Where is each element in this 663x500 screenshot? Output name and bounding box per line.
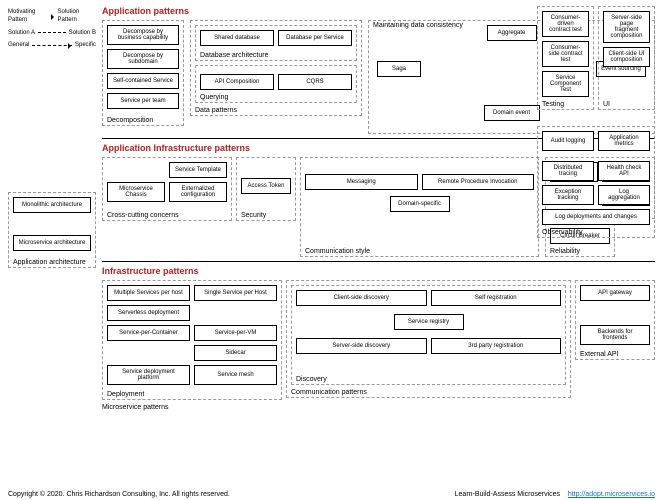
legend-specific: Specific	[75, 41, 96, 49]
service-per-team: Service per team	[107, 93, 179, 109]
application-architecture-group: Monolithic architecture Microservice arc…	[8, 192, 96, 268]
service-per-vm: Service-per-VM	[194, 325, 277, 341]
microservice-chassis: Microservice Chassis	[107, 182, 165, 202]
copyright: Copyright © 2020. Chris Richardson Consu…	[8, 491, 230, 498]
comm-patterns-label: Communication patterns	[291, 389, 367, 396]
decomposition-group: Decompose by business capability Decompo…	[102, 20, 184, 126]
deployment-platform: Service deployment platform	[107, 365, 190, 385]
section-infra-title: Infrastructure patterns	[102, 266, 655, 276]
security-label: Security	[241, 212, 266, 219]
external-api-group: API gateway Backends for frontends Exter…	[575, 280, 655, 360]
microservice-patterns-label: Microservice patterns	[102, 404, 655, 411]
service-registry: Service registry	[394, 314, 464, 330]
observability-group: Audit logging Application metrics Distri…	[537, 126, 655, 238]
legend-solution-b: Solution B	[69, 29, 96, 37]
log-aggregation: Log aggregation	[598, 185, 650, 205]
shared-database: Shared database	[200, 30, 274, 46]
single-service-per-host: Single Service per Host	[194, 285, 277, 301]
legend-solution-a: Solution A	[8, 29, 35, 37]
api-gateway: API gateway	[580, 285, 650, 301]
comm-style-label: Communication style	[305, 248, 370, 255]
querying-label: Querying	[200, 94, 228, 101]
serverless: Serverless deployment	[107, 305, 190, 321]
db-arch-label: Database architecture	[200, 52, 268, 59]
communication-patterns-group: Client-side discovery Self registration …	[286, 280, 571, 398]
decompose-subdomain: Decompose by subdomain	[107, 49, 179, 69]
service-mesh: Service mesh	[194, 365, 277, 385]
domain-specific: Domain-specific	[390, 196, 450, 212]
external-api-label: External API	[580, 351, 619, 358]
app-arch-label: Application architecture	[13, 259, 86, 266]
maintain-label: Maintaining data consistency	[373, 22, 463, 29]
data-patterns-group: Shared database Database per Service Dat…	[190, 20, 362, 116]
server-side-discovery: Server-side discovery	[296, 338, 427, 354]
api-composition: API Composition	[200, 74, 274, 90]
monolithic-box: Monolithic architecture	[13, 197, 91, 213]
rpi: Remote Procedure Invocation	[422, 174, 535, 190]
ui-group: Server-side page fragment composition Cl…	[598, 6, 655, 110]
application-metrics: Application metrics	[598, 131, 650, 151]
service-component-test: Service Component Test	[542, 71, 589, 97]
deployment-group: Multiple Services per host Single Servic…	[102, 280, 282, 400]
legend-motivating: Motivating Pattern	[8, 8, 52, 25]
log-deployments: Log deployments and changes	[542, 209, 650, 225]
querying-group: API Composition CQRS Querying	[195, 65, 357, 103]
domain-event: Domain event	[484, 105, 540, 121]
saga: Saga	[377, 61, 421, 77]
service-per-container: Service-per-Container	[107, 325, 190, 341]
data-patterns-label: Data patterns	[195, 107, 237, 114]
legend-general: General	[8, 41, 29, 49]
footer-learn: Learn-Build-Assess Microservices	[455, 491, 560, 498]
right-column: Consumer-driven contract test Consumer-s…	[537, 6, 655, 238]
deployment-label: Deployment	[107, 391, 144, 398]
self-registration: Self registration	[431, 290, 562, 306]
footer-link[interactable]: http://adopt.microservices.io	[568, 491, 655, 498]
legend: Motivating Pattern Solution Pattern Solu…	[8, 8, 96, 54]
externalized-config: Externalized configuration	[169, 182, 227, 202]
testing-group: Consumer-driven contract test Consumer-s…	[537, 6, 594, 110]
divider-2	[102, 261, 655, 262]
discovery-label: Discovery	[296, 376, 327, 383]
footer: Copyright © 2020. Chris Richardson Consu…	[8, 491, 655, 498]
third-party-registration: 3rd party registration	[431, 338, 562, 354]
multi-services-per-host: Multiple Services per host	[107, 285, 190, 301]
self-contained-service: Self-contained Service	[107, 73, 179, 89]
comm-style-group: Messaging Remote Procedure Invocation Do…	[300, 157, 539, 257]
messaging: Messaging	[305, 174, 418, 190]
consumer-driven-test: Consumer-driven contract test	[542, 11, 589, 37]
discovery-group: Client-side discovery Self registration …	[291, 285, 566, 385]
health-check-api: Health check API	[598, 161, 650, 181]
consumer-side-test: Consumer-side contract test	[542, 41, 589, 67]
service-template: Service Template	[169, 162, 227, 178]
security-group: Access Token Security	[236, 157, 296, 221]
testing-label: Testing	[542, 101, 564, 108]
access-token: Access Token	[241, 178, 291, 194]
cross-cutting-group: Service Template Microservice Chassis Ex…	[102, 157, 232, 221]
client-side-ui-comp: Client-side UI composition	[603, 47, 650, 67]
audit-logging: Audit logging	[542, 131, 594, 151]
legend-solution-pattern: Solution Pattern	[58, 8, 96, 25]
reliability-label: Reliability	[550, 248, 580, 255]
client-side-discovery: Client-side discovery	[296, 290, 427, 306]
database-per-service: Database per Service	[278, 30, 352, 46]
cross-cutting-label: Cross-cutting concerns	[107, 212, 179, 219]
sidecar: Sidecar	[194, 345, 277, 361]
decompose-capability: Decompose by business capability	[107, 25, 179, 45]
db-architecture-group: Shared database Database per Service Dat…	[195, 25, 357, 61]
cqrs: CQRS	[278, 74, 352, 90]
aggregate: Aggregate	[487, 25, 537, 41]
ui-label: UI	[603, 101, 610, 108]
observability-label: Observability	[542, 229, 582, 236]
decomposition-label: Decomposition	[107, 117, 153, 124]
exception-tracking: Exception tracking	[542, 185, 594, 205]
server-side-fragment: Server-side page fragment composition	[603, 11, 650, 43]
distributed-tracing: Distributed tracing	[542, 161, 594, 181]
microservice-box: Microservice architecture	[13, 235, 91, 251]
backends-for-frontends: Backends for frontends	[580, 325, 650, 345]
